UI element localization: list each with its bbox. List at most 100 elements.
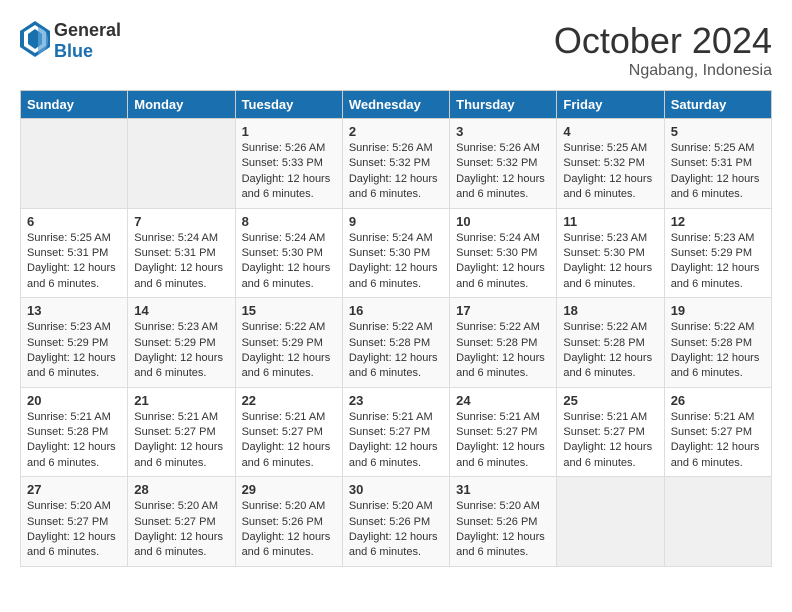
day-cell: 24 Sunrise: 5:21 AMSunset: 5:27 PMDaylig… <box>450 387 557 477</box>
day-cell: 3 Sunrise: 5:26 AMSunset: 5:32 PMDayligh… <box>450 119 557 209</box>
day-info: Sunrise: 5:21 AMSunset: 5:27 PMDaylight:… <box>563 411 652 469</box>
day-info: Sunrise: 5:20 AMSunset: 5:26 PMDaylight:… <box>242 500 331 558</box>
day-info: Sunrise: 5:26 AMSunset: 5:33 PMDaylight:… <box>242 142 331 200</box>
day-cell: 14 Sunrise: 5:23 AMSunset: 5:29 PMDaylig… <box>128 298 235 388</box>
day-number: 12 <box>671 214 765 229</box>
day-info: Sunrise: 5:23 AMSunset: 5:29 PMDaylight:… <box>134 321 223 379</box>
day-number: 16 <box>349 303 443 318</box>
day-number: 6 <box>27 214 121 229</box>
day-number: 26 <box>671 393 765 408</box>
title-block: October 2024 Ngabang, Indonesia <box>554 20 772 80</box>
day-info: Sunrise: 5:22 AMSunset: 5:28 PMDaylight:… <box>563 321 652 379</box>
day-number: 11 <box>563 214 657 229</box>
day-info: Sunrise: 5:20 AMSunset: 5:26 PMDaylight:… <box>456 500 545 558</box>
day-info: Sunrise: 5:24 AMSunset: 5:30 PMDaylight:… <box>242 232 331 290</box>
day-info: Sunrise: 5:23 AMSunset: 5:30 PMDaylight:… <box>563 232 652 290</box>
day-number: 20 <box>27 393 121 408</box>
day-number: 25 <box>563 393 657 408</box>
day-number: 4 <box>563 124 657 139</box>
page-header: General Blue October 2024 Ngabang, Indon… <box>20 20 772 80</box>
day-cell <box>557 477 664 567</box>
day-info: Sunrise: 5:20 AMSunset: 5:27 PMDaylight:… <box>27 500 116 558</box>
week-row-5: 27 Sunrise: 5:20 AMSunset: 5:27 PMDaylig… <box>21 477 772 567</box>
day-number: 3 <box>456 124 550 139</box>
day-number: 14 <box>134 303 228 318</box>
week-row-2: 6 Sunrise: 5:25 AMSunset: 5:31 PMDayligh… <box>21 208 772 298</box>
day-number: 24 <box>456 393 550 408</box>
col-header-friday: Friday <box>557 91 664 119</box>
day-number: 27 <box>27 482 121 497</box>
day-info: Sunrise: 5:22 AMSunset: 5:28 PMDaylight:… <box>671 321 760 379</box>
day-cell: 13 Sunrise: 5:23 AMSunset: 5:29 PMDaylig… <box>21 298 128 388</box>
col-header-wednesday: Wednesday <box>342 91 449 119</box>
location: Ngabang, Indonesia <box>554 62 772 80</box>
day-info: Sunrise: 5:21 AMSunset: 5:27 PMDaylight:… <box>242 411 331 469</box>
day-number: 2 <box>349 124 443 139</box>
day-info: Sunrise: 5:24 AMSunset: 5:31 PMDaylight:… <box>134 232 223 290</box>
col-header-thursday: Thursday <box>450 91 557 119</box>
day-number: 29 <box>242 482 336 497</box>
header-row: SundayMondayTuesdayWednesdayThursdayFrid… <box>21 91 772 119</box>
day-number: 19 <box>671 303 765 318</box>
day-info: Sunrise: 5:21 AMSunset: 5:28 PMDaylight:… <box>27 411 116 469</box>
day-cell: 8 Sunrise: 5:24 AMSunset: 5:30 PMDayligh… <box>235 208 342 298</box>
day-number: 8 <box>242 214 336 229</box>
day-number: 23 <box>349 393 443 408</box>
day-cell: 5 Sunrise: 5:25 AMSunset: 5:31 PMDayligh… <box>664 119 771 209</box>
day-info: Sunrise: 5:21 AMSunset: 5:27 PMDaylight:… <box>349 411 438 469</box>
day-number: 5 <box>671 124 765 139</box>
day-info: Sunrise: 5:24 AMSunset: 5:30 PMDaylight:… <box>349 232 438 290</box>
day-cell: 28 Sunrise: 5:20 AMSunset: 5:27 PMDaylig… <box>128 477 235 567</box>
day-cell: 2 Sunrise: 5:26 AMSunset: 5:32 PMDayligh… <box>342 119 449 209</box>
day-cell: 30 Sunrise: 5:20 AMSunset: 5:26 PMDaylig… <box>342 477 449 567</box>
day-number: 31 <box>456 482 550 497</box>
day-cell: 11 Sunrise: 5:23 AMSunset: 5:30 PMDaylig… <box>557 208 664 298</box>
week-row-4: 20 Sunrise: 5:21 AMSunset: 5:28 PMDaylig… <box>21 387 772 477</box>
calendar-table: SundayMondayTuesdayWednesdayThursdayFrid… <box>20 90 772 567</box>
day-info: Sunrise: 5:22 AMSunset: 5:28 PMDaylight:… <box>456 321 545 379</box>
day-number: 13 <box>27 303 121 318</box>
day-info: Sunrise: 5:22 AMSunset: 5:29 PMDaylight:… <box>242 321 331 379</box>
logo: General Blue <box>20 20 121 62</box>
day-info: Sunrise: 5:22 AMSunset: 5:28 PMDaylight:… <box>349 321 438 379</box>
day-number: 30 <box>349 482 443 497</box>
day-cell: 25 Sunrise: 5:21 AMSunset: 5:27 PMDaylig… <box>557 387 664 477</box>
day-cell: 21 Sunrise: 5:21 AMSunset: 5:27 PMDaylig… <box>128 387 235 477</box>
day-number: 7 <box>134 214 228 229</box>
day-cell: 19 Sunrise: 5:22 AMSunset: 5:28 PMDaylig… <box>664 298 771 388</box>
day-cell: 23 Sunrise: 5:21 AMSunset: 5:27 PMDaylig… <box>342 387 449 477</box>
day-info: Sunrise: 5:26 AMSunset: 5:32 PMDaylight:… <box>456 142 545 200</box>
day-number: 15 <box>242 303 336 318</box>
day-info: Sunrise: 5:24 AMSunset: 5:30 PMDaylight:… <box>456 232 545 290</box>
day-info: Sunrise: 5:26 AMSunset: 5:32 PMDaylight:… <box>349 142 438 200</box>
week-row-1: 1 Sunrise: 5:26 AMSunset: 5:33 PMDayligh… <box>21 119 772 209</box>
col-header-saturday: Saturday <box>664 91 771 119</box>
day-number: 22 <box>242 393 336 408</box>
day-cell: 27 Sunrise: 5:20 AMSunset: 5:27 PMDaylig… <box>21 477 128 567</box>
day-info: Sunrise: 5:25 AMSunset: 5:32 PMDaylight:… <box>563 142 652 200</box>
day-cell: 1 Sunrise: 5:26 AMSunset: 5:33 PMDayligh… <box>235 119 342 209</box>
day-info: Sunrise: 5:20 AMSunset: 5:27 PMDaylight:… <box>134 500 223 558</box>
day-number: 21 <box>134 393 228 408</box>
day-cell: 22 Sunrise: 5:21 AMSunset: 5:27 PMDaylig… <box>235 387 342 477</box>
day-cell <box>128 119 235 209</box>
day-info: Sunrise: 5:21 AMSunset: 5:27 PMDaylight:… <box>671 411 760 469</box>
logo-text: General Blue <box>54 20 121 62</box>
day-cell: 18 Sunrise: 5:22 AMSunset: 5:28 PMDaylig… <box>557 298 664 388</box>
day-number: 17 <box>456 303 550 318</box>
col-header-sunday: Sunday <box>21 91 128 119</box>
day-cell: 15 Sunrise: 5:22 AMSunset: 5:29 PMDaylig… <box>235 298 342 388</box>
day-number: 18 <box>563 303 657 318</box>
day-cell: 4 Sunrise: 5:25 AMSunset: 5:32 PMDayligh… <box>557 119 664 209</box>
day-number: 10 <box>456 214 550 229</box>
day-info: Sunrise: 5:23 AMSunset: 5:29 PMDaylight:… <box>27 321 116 379</box>
logo-icon <box>20 21 50 62</box>
day-number: 9 <box>349 214 443 229</box>
day-cell: 17 Sunrise: 5:22 AMSunset: 5:28 PMDaylig… <box>450 298 557 388</box>
col-header-tuesday: Tuesday <box>235 91 342 119</box>
day-cell: 7 Sunrise: 5:24 AMSunset: 5:31 PMDayligh… <box>128 208 235 298</box>
col-header-monday: Monday <box>128 91 235 119</box>
day-cell <box>21 119 128 209</box>
day-info: Sunrise: 5:20 AMSunset: 5:26 PMDaylight:… <box>349 500 438 558</box>
day-cell: 9 Sunrise: 5:24 AMSunset: 5:30 PMDayligh… <box>342 208 449 298</box>
